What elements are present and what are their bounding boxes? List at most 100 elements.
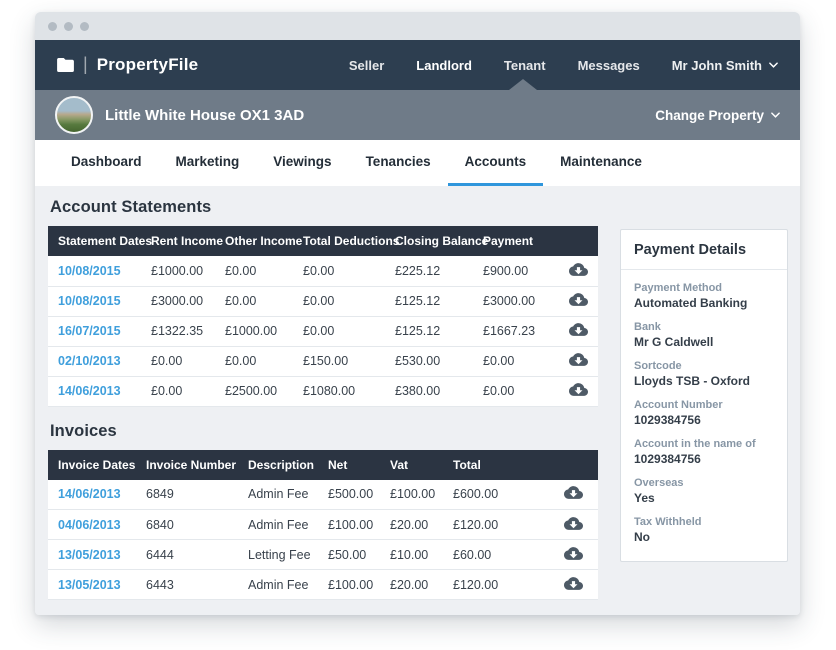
field-label: Overseas (634, 477, 774, 489)
change-property-button[interactable]: Change Property (655, 108, 780, 123)
cloud-download-icon[interactable] (569, 263, 588, 276)
field-label: Account Number (634, 399, 774, 411)
nav-item-messages[interactable]: Messages (578, 58, 640, 73)
content-area: Account Statements Statement Dates Rent … (35, 186, 800, 615)
invoice-vat: £100.00 (380, 480, 443, 510)
statement-date-link[interactable]: 10/08/2015 (58, 264, 121, 278)
statement-closing-balance: £125.12 (385, 286, 473, 316)
cloud-download-icon[interactable] (569, 383, 588, 396)
invoice-date-link[interactable]: 04/06/2013 (58, 518, 121, 532)
cloud-download-icon[interactable] (564, 517, 583, 530)
field-label: Bank (634, 321, 774, 333)
statement-rent-income: £1322.35 (141, 316, 215, 346)
tab-marketing[interactable]: Marketing (159, 140, 257, 186)
statement-total-deductions: £0.00 (293, 316, 385, 346)
payment-detail-field: Tax Withheld No (634, 516, 774, 544)
section-tabs: Dashboard Marketing Viewings Tenancies A… (35, 140, 800, 186)
col-description: Description (238, 450, 318, 480)
payment-details-body: Payment Method Automated Banking Bank Mr… (621, 270, 787, 561)
statement-rent-income: £3000.00 (141, 286, 215, 316)
property-photo-avatar[interactable] (55, 96, 93, 134)
invoice-total: £600.00 (443, 480, 553, 510)
primary-nav: Seller Landlord Tenant Messages Mr John … (349, 58, 778, 73)
user-menu[interactable]: Mr John Smith (672, 58, 778, 73)
statement-date-link[interactable]: 14/06/2013 (58, 384, 121, 398)
invoice-description: Admin Fee (238, 570, 318, 600)
user-name: Mr John Smith (672, 58, 762, 73)
invoice-number: 6840 (136, 510, 238, 540)
invoice-number: 6849 (136, 480, 238, 510)
col-rent-income: Rent Income (141, 226, 215, 256)
cloud-download-icon[interactable] (569, 323, 588, 336)
statement-date-link[interactable]: 02/10/2013 (58, 354, 121, 368)
invoice-vat: £20.00 (380, 570, 443, 600)
invoice-date-link[interactable]: 14/06/2013 (58, 487, 121, 501)
invoice-total: £120.00 (443, 510, 553, 540)
invoice-total: £60.00 (443, 540, 553, 570)
cloud-download-icon[interactable] (564, 547, 583, 560)
statement-closing-balance: £225.12 (385, 256, 473, 286)
statement-date-link[interactable]: 10/08/2015 (58, 294, 121, 308)
tab-accounts[interactable]: Accounts (448, 140, 544, 186)
invoice-number: 6444 (136, 540, 238, 570)
col-net: Net (318, 450, 380, 480)
cloud-download-icon[interactable] (569, 353, 588, 366)
statement-payment: £0.00 (473, 346, 563, 376)
statement-payment: £3000.00 (473, 286, 563, 316)
window-control-dot[interactable] (64, 22, 73, 31)
statement-rent-income: £0.00 (141, 346, 215, 376)
col-download (563, 226, 598, 256)
statement-other-income: £0.00 (215, 286, 293, 316)
cloud-download-icon[interactable] (564, 486, 583, 499)
statement-closing-balance: £380.00 (385, 376, 473, 406)
cloud-download-icon[interactable] (564, 577, 583, 590)
field-value: Yes (634, 491, 774, 505)
col-download (553, 450, 598, 480)
invoice-description: Letting Fee (238, 540, 318, 570)
statement-row: 02/10/2013 £0.00 £0.00 £150.00 £530.00 £… (48, 346, 598, 376)
brand[interactable]: | PropertyFile (57, 55, 198, 76)
invoice-number: 6443 (136, 570, 238, 600)
window-control-dot[interactable] (80, 22, 89, 31)
statement-closing-balance: £125.12 (385, 316, 473, 346)
top-navbar: | PropertyFile Seller Landlord Tenant Me… (35, 40, 800, 90)
invoices-heading: Invoices (50, 422, 598, 441)
statement-total-deductions: £0.00 (293, 256, 385, 286)
tab-tenancies[interactable]: Tenancies (349, 140, 448, 186)
invoice-row: 13/05/2013 6443 Admin Fee £100.00 £20.00… (48, 570, 598, 600)
tab-dashboard[interactable]: Dashboard (54, 140, 159, 186)
invoice-date-link[interactable]: 13/05/2013 (58, 578, 121, 592)
nav-item-landlord[interactable]: Landlord (416, 58, 472, 73)
statement-date-link[interactable]: 16/07/2015 (58, 324, 121, 338)
col-vat: Vat (380, 450, 443, 480)
statement-rent-income: £0.00 (141, 376, 215, 406)
payment-detail-field: Account in the name of 1029384756 (634, 438, 774, 466)
nav-item-seller[interactable]: Seller (349, 58, 384, 73)
payment-detail-field: Sortcode Lloyds TSB - Oxford (634, 360, 774, 388)
tab-maintenance[interactable]: Maintenance (543, 140, 659, 186)
payment-detail-field: Bank Mr G Caldwell (634, 321, 774, 349)
field-label: Tax Withheld (634, 516, 774, 528)
field-value: Automated Banking (634, 296, 774, 310)
statement-other-income: £0.00 (215, 346, 293, 376)
statement-payment: £0.00 (473, 376, 563, 406)
col-total: Total (443, 450, 553, 480)
chevron-down-icon (769, 62, 778, 68)
brand-name: PropertyFile (97, 55, 199, 75)
payment-detail-field: Account Number 1029384756 (634, 399, 774, 427)
invoice-date-link[interactable]: 13/05/2013 (58, 548, 121, 562)
property-name: Little White House OX1 3AD (105, 107, 304, 124)
property-bar: Little White House OX1 3AD Change Proper… (35, 90, 800, 140)
tab-viewings[interactable]: Viewings (256, 140, 348, 186)
invoices-table: Invoice Dates Invoice Number Description… (48, 450, 598, 601)
folder-icon (57, 58, 74, 72)
invoice-vat: £20.00 (380, 510, 443, 540)
invoices-header-row: Invoice Dates Invoice Number Description… (48, 450, 598, 480)
nav-item-tenant[interactable]: Tenant (504, 58, 546, 73)
invoice-row: 04/06/2013 6840 Admin Fee £100.00 £20.00… (48, 510, 598, 540)
statement-total-deductions: £150.00 (293, 346, 385, 376)
invoice-row: 14/06/2013 6849 Admin Fee £500.00 £100.0… (48, 480, 598, 510)
cloud-download-icon[interactable] (569, 293, 588, 306)
window-control-dot[interactable] (48, 22, 57, 31)
invoice-net: £100.00 (318, 510, 380, 540)
